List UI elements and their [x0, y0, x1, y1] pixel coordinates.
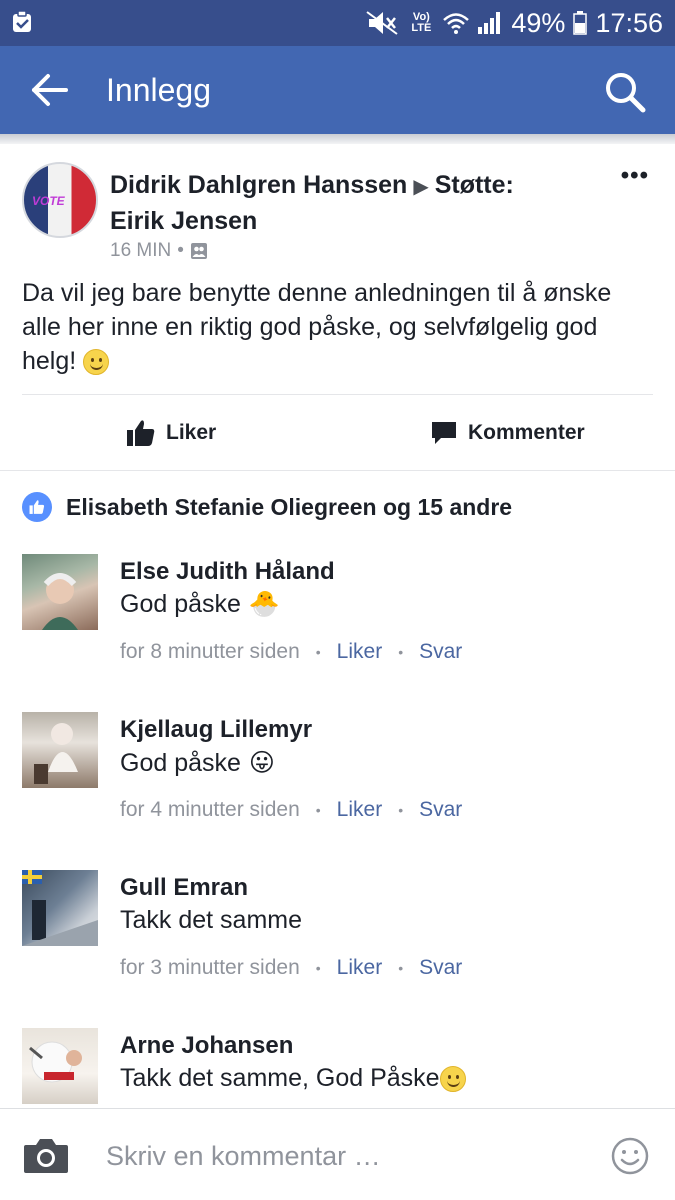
- wifi-icon: [443, 13, 470, 34]
- comment-time: for 8 minutter siden: [120, 640, 300, 663]
- comment-reply-link[interactable]: Svar: [419, 956, 462, 980]
- battery-icon: [573, 11, 588, 35]
- avatar-artwork: VOTE: [32, 194, 65, 208]
- post-meta: 16 MIN •: [110, 240, 208, 262]
- comment-author[interactable]: Kjellaug Lillemyr: [120, 716, 312, 744]
- comment-input[interactable]: Skriv en kommentar …: [106, 1141, 381, 1172]
- comment-text: God påske: [120, 748, 241, 777]
- avatar[interactable]: VOTE: [22, 162, 98, 238]
- comment-text: God påske: [120, 590, 241, 618]
- like-label: Liker: [166, 421, 217, 444]
- author-name[interactable]: Didrik Dahlgren Hanssen: [110, 171, 407, 199]
- post-text: Da vil jeg bare benytte denne anledninge…: [22, 279, 612, 375]
- comment-body: God påske 🐣: [120, 590, 280, 619]
- divider: [22, 394, 653, 395]
- comment-item: Arne Johansen Takk det samme, God Påske: [0, 1028, 675, 1108]
- app-bar-shadow: [0, 134, 675, 144]
- comment-item: Kjellaug Lillemyr God påske 😛 for 4 minu…: [0, 712, 675, 852]
- search-icon[interactable]: [603, 70, 647, 114]
- meta-separator: •: [398, 960, 404, 976]
- comment-bubble-icon: [432, 422, 456, 444]
- meta-separator: •: [398, 644, 404, 660]
- smiley-emoji-icon: [439, 1065, 466, 1092]
- camera-icon[interactable]: [22, 1135, 70, 1175]
- signal-icon: [478, 12, 501, 34]
- post-body: Da vil jeg bare benytte denne anledninge…: [22, 276, 652, 378]
- clipboard-check-icon: [13, 10, 31, 32]
- smiley-icon[interactable]: [611, 1137, 649, 1175]
- post-time[interactable]: 16 MIN: [110, 240, 171, 262]
- comment-text: Takk det samme: [120, 906, 303, 934]
- comment-item: Gull Emran Takk det samme for 3 minutter…: [0, 870, 675, 1010]
- tongue-emoji-icon: 😛: [248, 749, 275, 777]
- post-card: VOTE Didrik Dahlgren Hanssen ▶ Støtte: Eir…: [0, 144, 675, 470]
- clock: 17:56: [595, 7, 663, 38]
- comment-item: Else Judith Håland God påske 🐣 for 8 min…: [0, 554, 675, 694]
- comment-like-link[interactable]: Liker: [337, 956, 383, 980]
- post-header: Didrik Dahlgren Hanssen ▶ Støtte: Eirik Je…: [110, 168, 560, 238]
- comment-button[interactable]: Kommenter: [430, 416, 585, 450]
- comment-body: Takk det samme: [120, 906, 302, 935]
- comment-meta: for 4 minutter siden • Liker • Svar: [120, 798, 462, 822]
- thumbs-up-icon: [127, 420, 155, 446]
- comment-composer: Skriv en kommentar …: [0, 1108, 675, 1200]
- status-bar: Vo) LTE 49% 17:56: [0, 0, 675, 46]
- meta-separator: •: [315, 802, 321, 818]
- meta-separator: •: [398, 802, 404, 818]
- comment-author[interactable]: Arne Johansen: [120, 1032, 293, 1060]
- comment-author[interactable]: Gull Emran: [120, 874, 248, 902]
- comment-author[interactable]: Else Judith Håland: [120, 558, 335, 586]
- reactions-summary[interactable]: Elisabeth Stefanie Oliegreen og 15 andre: [22, 492, 512, 522]
- comment-reply-link[interactable]: Svar: [419, 640, 462, 664]
- meta-separator: •: [315, 960, 321, 976]
- comment-time: for 4 minutter siden: [120, 798, 300, 821]
- comment-body: God påske 😛: [120, 748, 275, 778]
- comment-like-link[interactable]: Liker: [337, 798, 383, 822]
- battery-percent: 49%: [511, 7, 566, 38]
- comment-label: Kommenter: [468, 421, 585, 444]
- hatching-chick-emoji-icon: 🐣: [248, 590, 281, 618]
- divider: [0, 470, 675, 471]
- volte-indicator: Vo) LTE: [411, 11, 432, 34]
- reactions-text: Elisabeth Stefanie Oliegreen og 15 andre: [66, 493, 513, 520]
- comment-time: for 3 minutter siden: [120, 956, 300, 979]
- mute-icon: [366, 11, 398, 35]
- meta-separator: •: [177, 240, 184, 261]
- group-icon: [190, 243, 207, 259]
- comment-like-link[interactable]: Liker: [337, 640, 383, 664]
- more-options-button[interactable]: •••: [621, 162, 649, 190]
- avatar[interactable]: [22, 870, 98, 946]
- comment-text: Takk det samme, God Påske: [120, 1064, 440, 1092]
- avatar[interactable]: [22, 712, 98, 788]
- smiley-emoji-icon: [83, 349, 110, 376]
- app-bar: Innlegg: [0, 46, 675, 134]
- comment-meta: for 3 minutter siden • Liker • Svar: [120, 956, 462, 980]
- avatar[interactable]: [22, 1028, 98, 1104]
- like-button[interactable]: Liker: [126, 416, 216, 450]
- like-reaction-icon: [22, 492, 52, 522]
- comment-meta: for 8 minutter siden • Liker • Svar: [120, 640, 462, 664]
- comment-reply-link[interactable]: Svar: [419, 798, 462, 822]
- page-title: Innlegg: [106, 72, 211, 108]
- comment-body: Takk det samme, God Påske: [120, 1064, 466, 1093]
- avatar[interactable]: [22, 554, 98, 630]
- back-arrow-icon[interactable]: [28, 70, 72, 110]
- share-arrow-icon: ▶: [413, 176, 429, 198]
- meta-separator: •: [315, 644, 321, 660]
